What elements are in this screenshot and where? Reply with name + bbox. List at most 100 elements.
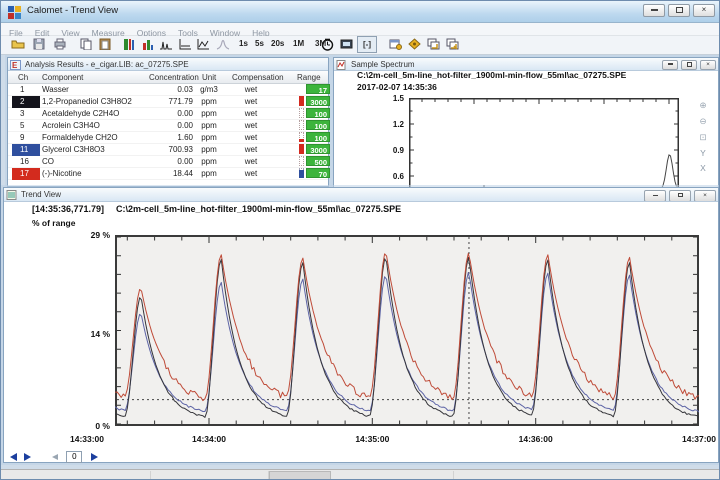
table-row-ch-1[interactable]: 1Wasser0.03g/m3wet17 (8, 84, 328, 96)
table-row-ch-3[interactable]: 3Acetaldehyde C2H4O0.00ppmwet100 (8, 108, 328, 120)
column-header-component[interactable]: Component (42, 72, 83, 83)
window-layout-icon-1[interactable] (387, 37, 404, 53)
table-row-ch-17[interactable]: 17(-)-Nicotine18.44ppmwet70 (8, 168, 328, 180)
nav-next-button[interactable] (91, 453, 98, 461)
cell-compensation: wet (234, 168, 268, 180)
trend-cursor-readout: [14:35:36,771.79] (32, 204, 104, 214)
zoom-out-icon[interactable]: ⊖ (694, 116, 712, 127)
nav-prev-button[interactable] (52, 454, 58, 460)
nav-count-input[interactable] (66, 451, 82, 463)
table-row-ch-5[interactable]: 5Acrolein C3H4O0.00ppmwet100 (8, 120, 328, 132)
trend-y-axis-label: % of range (32, 218, 75, 228)
cell-unit: ppm (194, 168, 224, 180)
cell-component: Formaldehyde CH2O (42, 132, 118, 144)
cell-compensation: wet (234, 108, 268, 120)
column-header-unit[interactable]: Unit (202, 72, 216, 83)
column-header-range[interactable]: Range (297, 72, 321, 83)
trend-title-bar[interactable]: Trend View × (4, 188, 718, 202)
trend-minimize-button[interactable] (644, 190, 666, 202)
analysis-table: 1Wasser0.03g/m3wet1721,2-Propanediol C3H… (8, 84, 328, 180)
toolbar: [-] 1s 5s 20s 1M 3M (1, 36, 720, 55)
trend-plot[interactable] (115, 235, 699, 426)
range-badge: 3000 (306, 144, 330, 154)
title-bar[interactable]: Calomet - Trend View × (1, 1, 720, 23)
status-bar (1, 469, 720, 480)
cell-channel: 11 (12, 144, 40, 156)
window-layout-icon-2[interactable] (406, 37, 423, 53)
cell-concentration: 0.00 (128, 108, 193, 120)
cell-compensation: wet (234, 120, 268, 132)
library-icon[interactable] (120, 37, 137, 53)
peak-view-icon[interactable] (214, 37, 231, 53)
spectrum-y-tick-label: 0.9 (382, 146, 404, 155)
cell-channel: 9 (12, 132, 40, 144)
cell-unit: ppm (194, 96, 224, 108)
trend-x-tick-label: 14:34:00 (192, 434, 226, 444)
analysis-title-bar[interactable]: E Analysis Results - e_cigar.LIB: ac_072… (8, 58, 328, 71)
analysis-title: Analysis Results - e_cigar.LIB: ac_07275… (25, 60, 189, 69)
spectrum-close-button[interactable]: × (700, 60, 716, 70)
zoom-full-icon[interactable]: ⊡ (694, 132, 712, 143)
table-row-ch-11[interactable]: 11Glycerol C3H8O3700.93ppmwet3000 (8, 144, 328, 156)
nav-first-button[interactable] (10, 453, 17, 461)
interval-button-5s[interactable]: 5s (255, 39, 264, 48)
table-row-ch-2[interactable]: 21,2-Propanediol C3H8O2771.79ppmwet3000 (8, 96, 328, 108)
components-chart-icon[interactable] (139, 37, 156, 53)
y-axis-button[interactable]: Y (694, 148, 712, 158)
column-header-compensation[interactable]: Compensation (232, 72, 284, 83)
cell-unit: ppm (194, 132, 224, 144)
snapshot-icon[interactable] (338, 37, 355, 53)
spectrum-view-icon[interactable] (157, 37, 174, 53)
scale-toggle-button[interactable]: [-] (357, 36, 377, 53)
table-row-ch-16[interactable]: 16CO0.00ppmwet500 (8, 156, 328, 168)
copy-icon[interactable] (77, 37, 94, 53)
baseline-view-icon[interactable] (176, 37, 193, 53)
window-title: Calomet - Trend View (27, 5, 118, 16)
maximize-button[interactable] (668, 4, 690, 17)
analysis-window-icon: E (10, 60, 21, 70)
interval-button-1M[interactable]: 1M (293, 39, 304, 48)
minimize-button[interactable] (643, 4, 665, 17)
interval-button-1s[interactable]: 1s (239, 39, 248, 48)
zoom-in-icon[interactable]: ⊕ (694, 100, 712, 111)
cell-component: Wasser (42, 84, 69, 96)
cell-concentration: 771.79 (128, 96, 193, 108)
analysis-results-window: E Analysis Results - e_cigar.LIB: ac_072… (7, 57, 329, 187)
nav-play-button[interactable] (24, 453, 31, 461)
trend-maximize-button[interactable] (669, 190, 691, 202)
spectrum-y-tick-label: 0.6 (382, 172, 404, 181)
interval-button-20s[interactable]: 20s (271, 39, 284, 48)
cell-component: (-)-Nicotine (42, 168, 82, 180)
spectrum-minimize-button[interactable] (662, 60, 678, 70)
spectrum-maximize-button[interactable] (681, 60, 697, 70)
print-icon[interactable] (51, 37, 68, 53)
interval-button-3M[interactable]: 3M (315, 39, 326, 48)
save-icon[interactable] (30, 37, 47, 53)
cell-concentration: 0.03 (128, 84, 193, 96)
open-icon[interactable] (9, 37, 26, 53)
column-header-concentration[interactable]: Concentration (149, 72, 199, 83)
spectrum-timestamp: 2017-02-07 14:35:36 (357, 82, 437, 92)
cell-unit: ppm (194, 120, 224, 132)
table-row-ch-9[interactable]: 9Formaldehyde CH2O1.60ppmwet100 (8, 132, 328, 144)
column-header-ch[interactable]: Ch (18, 72, 28, 83)
tile-windows-icon[interactable] (444, 37, 461, 53)
cell-component: Glycerol C3H8O3 (42, 144, 105, 156)
cell-concentration: 0.00 (128, 120, 193, 132)
trend-close-button[interactable]: × (694, 190, 716, 202)
level-bar (299, 96, 304, 106)
main-window: Calomet - Trend View × FileEditViewMeasu… (0, 0, 720, 480)
spectrum-y-tick-label: 1.5 (382, 94, 404, 103)
trend-view-icon[interactable] (194, 37, 211, 53)
spectrum-axis-tools: ⊕ ⊖ ⊡ Y X (694, 100, 712, 178)
cell-unit: g/m3 (194, 84, 224, 96)
x-axis-button[interactable]: X (694, 163, 712, 173)
paste-icon[interactable] (96, 37, 113, 53)
cascade-windows-icon[interactable] (425, 37, 442, 53)
spectrum-title: Sample Spectrum (351, 60, 415, 69)
analysis-table-header[interactable]: Ch Component ConcentrationUnit Compensation… (8, 71, 328, 84)
menu-bar: FileEditViewMeasureOptionsToolsWindowHel… (1, 23, 720, 36)
cell-unit: ppm (194, 144, 224, 156)
close-button[interactable]: × (693, 4, 715, 17)
cell-compensation: wet (234, 144, 268, 156)
